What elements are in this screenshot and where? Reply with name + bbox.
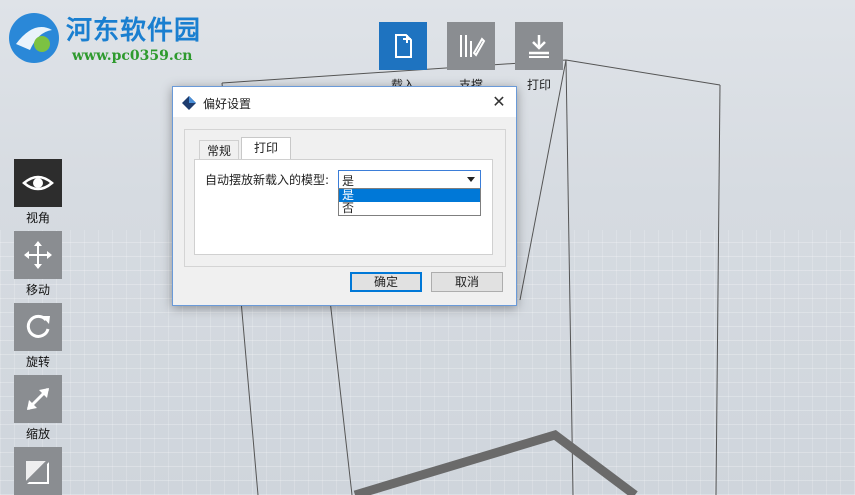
print-button[interactable] (515, 22, 563, 70)
load-button[interactable] (379, 22, 427, 70)
auto-place-dropdown-list: 是 否 (338, 188, 481, 216)
auto-place-label: 自动摆放新载入的模型: (205, 173, 330, 187)
view-label: 视角 (25, 211, 50, 225)
print-icon (529, 35, 549, 58)
mirror-button[interactable] (14, 447, 62, 495)
support-icon (460, 35, 486, 57)
tab-general[interactable]: 常规 (199, 140, 239, 161)
move-icon (24, 241, 52, 269)
move-label: 移动 (25, 283, 50, 297)
select-value: 是 (342, 174, 355, 188)
watermark-title: 河东软件园 (66, 16, 202, 46)
scale-label: 缩放 (25, 427, 50, 441)
dropdown-option-yes[interactable]: 是 (339, 189, 480, 202)
move-button[interactable] (14, 231, 62, 279)
ok-button[interactable]: 确定 (350, 272, 422, 292)
view-button[interactable] (14, 159, 62, 207)
auto-place-select[interactable]: 是 (338, 170, 481, 189)
cancel-button[interactable]: 取消 (431, 272, 503, 292)
dialog-titlebar[interactable]: 偏好设置 ✕ (173, 87, 516, 117)
close-icon[interactable]: ✕ (488, 91, 510, 113)
scale-icon (26, 387, 50, 411)
preferences-dialog: 偏好设置 ✕ 常规 打印 自动摆放新载入的模型: 是 是 否 确定 取消 (172, 86, 517, 306)
dialog-title: 偏好设置 (203, 97, 252, 111)
mirror-icon (22, 455, 54, 487)
watermark-logo-icon (9, 13, 59, 63)
dropdown-option-no[interactable]: 否 (339, 202, 480, 215)
rotate-icon (26, 314, 50, 338)
print-label: 打印 (526, 78, 551, 92)
support-button[interactable] (447, 22, 495, 70)
scale-button[interactable] (14, 375, 62, 423)
rotate-label: 旋转 (25, 355, 50, 369)
app-logo-icon (182, 96, 196, 110)
rotate-button[interactable] (14, 303, 62, 351)
load-file-icon (395, 34, 412, 58)
watermark-url: www.pc0359.cn (72, 48, 193, 64)
tab-print[interactable]: 打印 (241, 137, 291, 161)
chevron-down-icon[interactable] (467, 177, 475, 182)
eye-icon (22, 175, 54, 191)
